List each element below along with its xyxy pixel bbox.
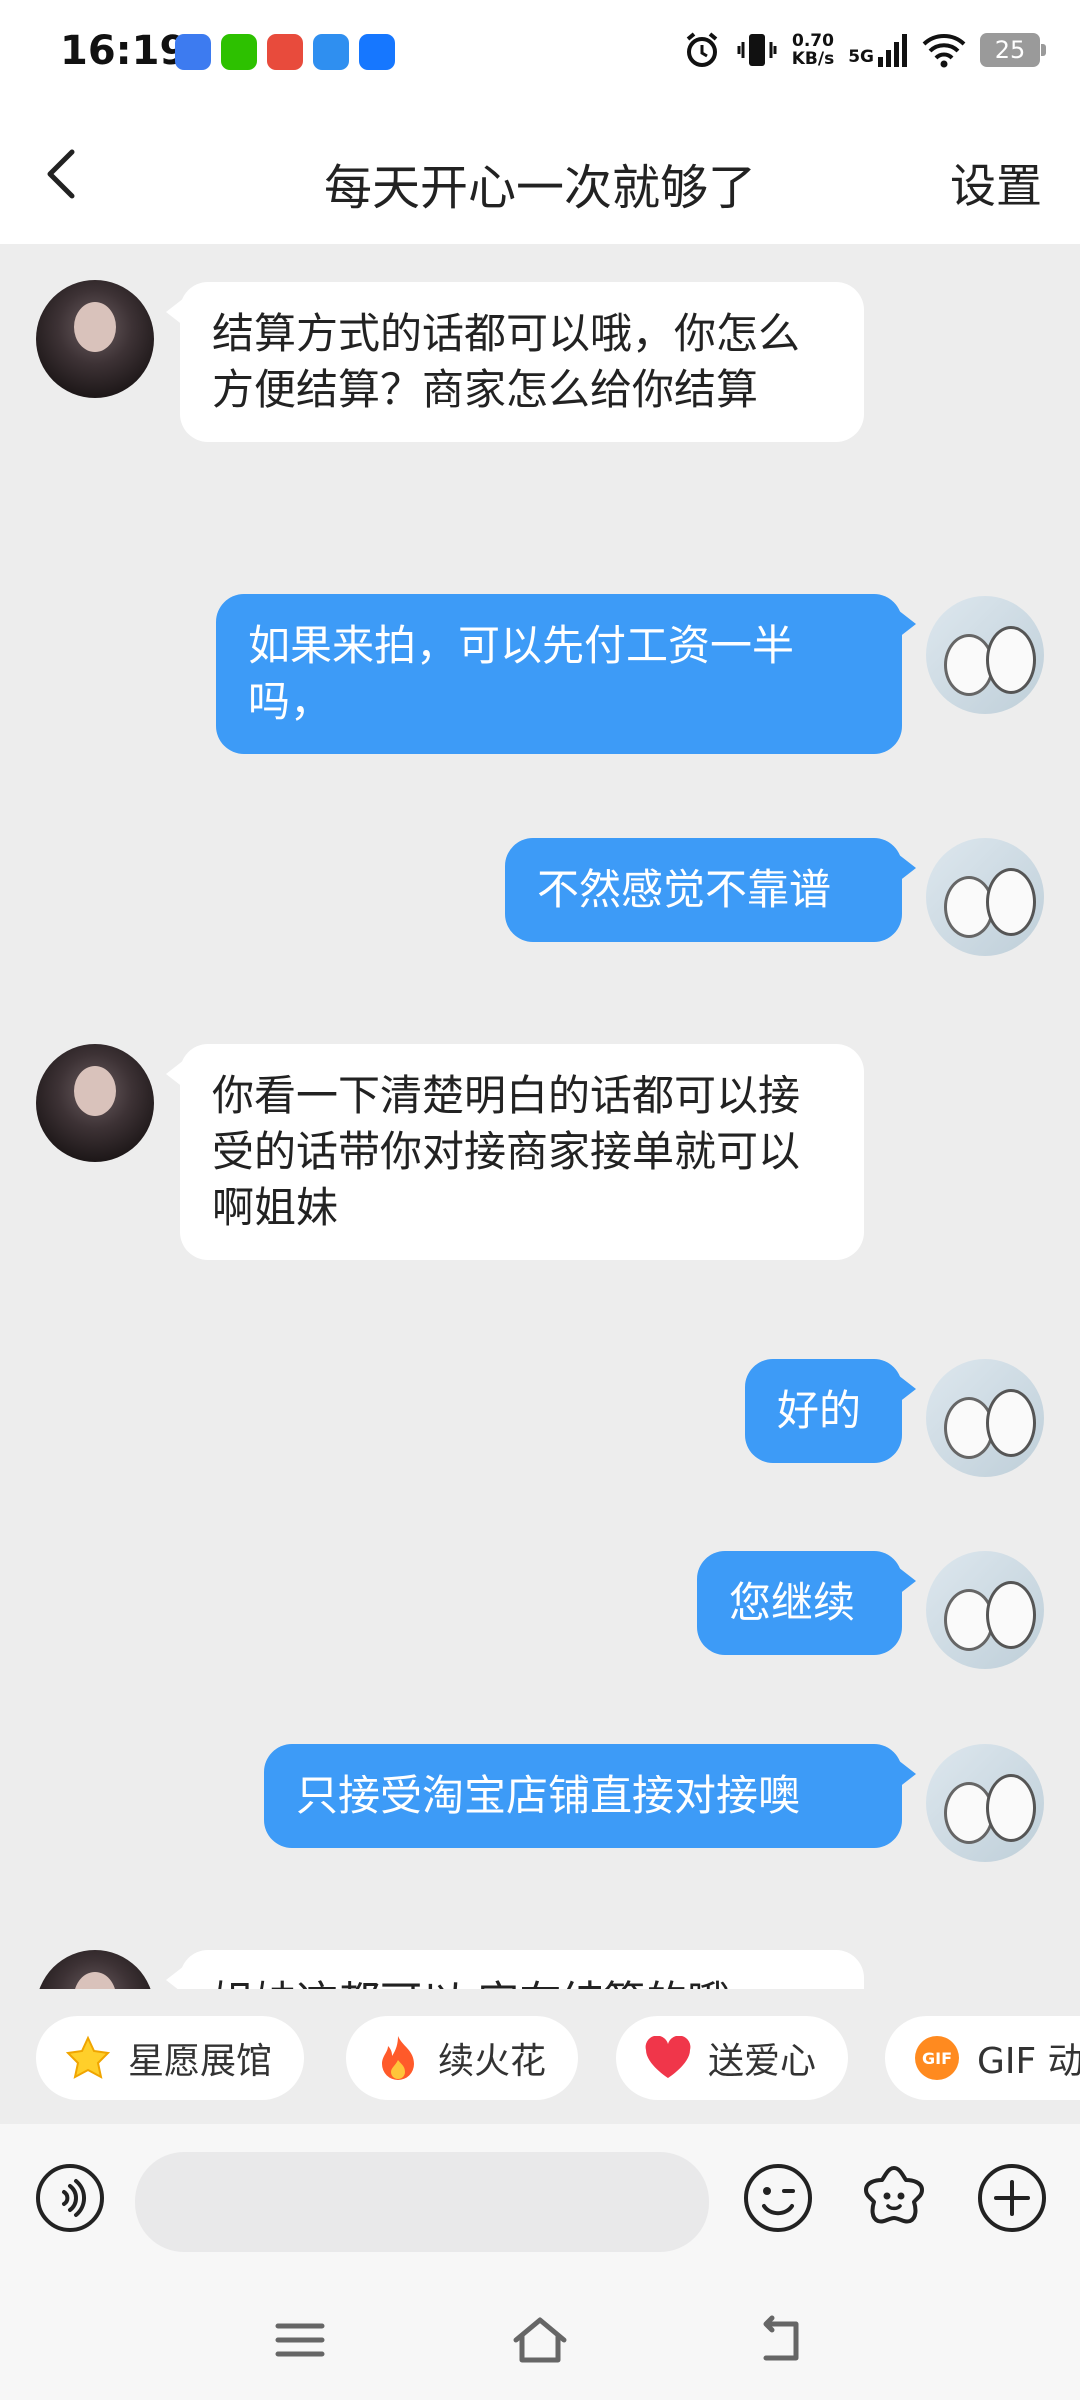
system-nav-bar — [0, 2274, 1080, 2400]
quick-action-label: 星愿展馆 — [128, 2041, 273, 2082]
message-input[interactable] — [135, 2152, 709, 2252]
svg-text:GIF: GIF — [922, 2049, 952, 2068]
contact-avatar[interactable] — [36, 1950, 154, 1989]
emoji-icon[interactable] — [742, 2162, 814, 2234]
message-bubble-outgoing[interactable]: 您继续 — [697, 1551, 916, 1655]
title-bar: 每天开心一次就够了 设置 — [0, 110, 1080, 244]
chat-title: 每天开心一次就够了 — [323, 160, 756, 216]
user-avatar[interactable] — [926, 1551, 1044, 1669]
network-type: 5G — [848, 47, 874, 67]
sticker-icon[interactable] — [858, 2162, 930, 2234]
contact-avatar[interactable] — [36, 1044, 154, 1162]
wifi-icon — [922, 34, 966, 68]
gif-icon: GIF — [913, 2034, 961, 2082]
speed-unit: KB/s — [791, 49, 835, 69]
status-right: 0.70 KB/s 5G 25 — [682, 30, 1046, 70]
quick-action-continue-spark[interactable]: 续火花 — [346, 2016, 579, 2100]
alarm-icon — [686, 32, 718, 67]
menu-icon[interactable] — [272, 2312, 328, 2368]
voice-input-icon[interactable] — [34, 2162, 106, 2234]
message-bubble-incoming[interactable]: 结算方式的话都可以哦，你怎么方便结算？商家怎么给你结算 — [166, 282, 864, 442]
user-avatar[interactable] — [926, 838, 1044, 956]
status-time: 16:19 — [60, 28, 188, 74]
message-input-bar — [0, 2124, 1080, 2274]
contact-avatar[interactable] — [36, 280, 154, 398]
notification-icons — [175, 34, 395, 70]
status-bar: 16:19 0.70 KB/s 5G 25 — [0, 0, 1080, 110]
vibrate-icon — [737, 34, 777, 66]
app-notification-icon — [313, 34, 349, 70]
user-avatar[interactable] — [926, 596, 1044, 714]
quick-actions-bar: 星愿展馆 续火花 送爱心 GIF GIF 动 — [0, 1990, 1080, 2120]
signal-icon — [878, 34, 907, 67]
heart-icon — [644, 2034, 692, 2082]
app-notification-icon — [359, 34, 395, 70]
user-avatar[interactable] — [926, 1744, 1044, 1862]
app-notification-icon — [175, 34, 211, 70]
quick-action-gif[interactable]: GIF GIF 动 — [885, 2016, 1080, 2100]
flame-icon — [374, 2034, 422, 2082]
message-bubble-outgoing[interactable]: 如果来拍，可以先付工资一半吗， — [216, 594, 916, 754]
quick-action-send-heart[interactable]: 送爱心 — [616, 2016, 849, 2100]
network-speed: 0.70 KB/s — [792, 32, 834, 68]
add-icon[interactable] — [976, 2162, 1048, 2234]
wechat-icon — [221, 34, 257, 70]
signal-group: 5G — [848, 33, 908, 67]
speed-value: 0.70 — [791, 31, 834, 51]
quick-action-label: 续火花 — [438, 2041, 547, 2082]
message-bubble-incoming[interactable]: 姐妹这都可以 实在结算的哦 — [166, 1950, 864, 1989]
message-bubble-outgoing[interactable]: 只接受淘宝店铺直接对接噢 — [264, 1744, 916, 1848]
user-avatar[interactable] — [926, 1359, 1044, 1477]
chat-messages[interactable]: 结算方式的话都可以哦，你怎么方便结算？商家怎么给你结算 如果来拍，可以先付工资一… — [0, 244, 1080, 1989]
back-nav-icon[interactable] — [752, 2312, 808, 2368]
star-icon — [64, 2034, 112, 2082]
home-icon[interactable] — [512, 2312, 568, 2368]
message-bubble-incoming[interactable]: 你看一下清楚明白的话都可以接受的话带你对接商家接单就可以啊姐妹 — [166, 1044, 864, 1260]
quick-action-label: 送爱心 — [708, 2041, 817, 2082]
app-notification-icon — [267, 34, 303, 70]
message-bubble-outgoing[interactable]: 不然感觉不靠谱 — [505, 838, 916, 942]
settings-button[interactable]: 设置 — [950, 150, 1042, 216]
message-bubble-outgoing[interactable]: 好的 — [745, 1359, 916, 1463]
battery-indicator: 25 — [980, 33, 1046, 67]
quick-action-star-gallery[interactable]: 星愿展馆 — [36, 2016, 305, 2100]
quick-action-label: GIF 动 — [977, 2041, 1080, 2082]
